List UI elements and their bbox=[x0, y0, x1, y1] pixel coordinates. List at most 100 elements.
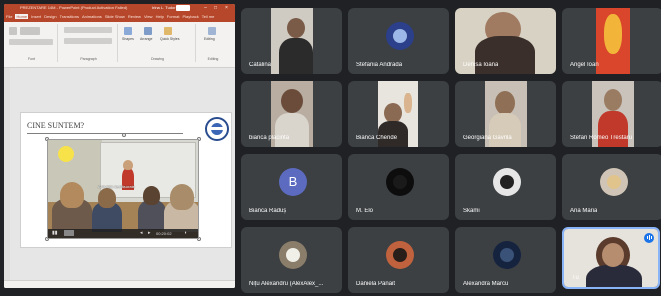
ppt-tab-design[interactable]: Design bbox=[44, 14, 56, 19]
ppt-tabs: File Home Insert Design Transitions Animation… bbox=[6, 14, 214, 19]
ppt-tab-playback[interactable]: Playback bbox=[182, 14, 198, 19]
participant-name: Catalina bbox=[249, 62, 272, 68]
participant-name: M. Elo bbox=[356, 208, 374, 214]
participant-avatar bbox=[386, 241, 414, 269]
ppt-ribbon: Font Paragraph Shapes Arrange Quick Styl… bbox=[4, 22, 235, 68]
shapes-label: Shapes bbox=[122, 37, 134, 41]
ppt-tab-animations[interactable]: Animations bbox=[82, 14, 102, 19]
quick-styles-icon[interactable] bbox=[164, 27, 172, 35]
slide-editor: CINE SUNTEM? Activități desfășurate ▮▮ ◂… bbox=[10, 68, 235, 288]
participant-name: Daniela Panait bbox=[356, 281, 396, 287]
participant-avatar bbox=[279, 241, 307, 269]
ppt-statusbar bbox=[4, 280, 235, 288]
ppt-tab-help[interactable]: Help bbox=[156, 14, 164, 19]
ppt-file-title: PREZENTARE 14M - PowerPoint (Product Act… bbox=[20, 5, 128, 10]
avatar-letter: B bbox=[288, 174, 298, 189]
ribbon-group-drawing: Shapes Arrange Quick Styles Drawing bbox=[120, 24, 196, 62]
video-time: 00:20:02 bbox=[156, 231, 172, 236]
participant-video bbox=[596, 8, 630, 74]
ribbon-group-editing: Editing Editing bbox=[198, 24, 228, 62]
participant-name: Stefan Romeo Trestaru bbox=[570, 135, 633, 141]
ribbon-group-paragraph: Paragraph bbox=[60, 24, 118, 62]
participant-name: Bianca Răduș bbox=[249, 208, 287, 214]
participant-tile[interactable]: Tu bbox=[562, 227, 660, 289]
participant-tile[interactable]: Stefania Andrada bbox=[348, 8, 449, 74]
participant-tile[interactable]: M. Elo bbox=[348, 154, 449, 220]
video-caption: Activități desfășurate bbox=[98, 184, 135, 189]
participant-avatar bbox=[386, 22, 414, 50]
participant-tile[interactable]: Georgiana Gavrila bbox=[455, 81, 556, 147]
selection-handle[interactable] bbox=[122, 133, 126, 137]
participant-avatar bbox=[493, 168, 521, 196]
ppt-user-name[interactable]: Irina L. Tudor bbox=[152, 5, 176, 10]
ribbon-group-font: Font bbox=[6, 24, 58, 62]
participant-name: Nițu Alexandru (AlexAlex_... bbox=[249, 281, 324, 287]
meet-window: PREZENTARE 14M - PowerPoint (Product Act… bbox=[0, 0, 661, 296]
editing-label: Editing bbox=[204, 37, 215, 41]
participant-tile[interactable]: Denisa Ioana bbox=[455, 8, 556, 74]
participant-tile[interactable]: Bianca Cheride bbox=[348, 81, 449, 147]
participant-name: Stefania Andrada bbox=[356, 62, 403, 68]
close-icon[interactable]: × bbox=[223, 5, 230, 11]
search-icon[interactable] bbox=[208, 27, 216, 35]
participant-name: Georgiana Gavrila bbox=[463, 135, 512, 141]
participant-name: Skami bbox=[463, 208, 480, 214]
school-logo bbox=[205, 117, 229, 141]
participant-tile[interactable]: Catalina bbox=[241, 8, 342, 74]
participant-name: Alexandra Marcu bbox=[463, 281, 509, 287]
play-icon[interactable]: ▮▮ bbox=[52, 230, 58, 236]
slide-heading[interactable]: CINE SUNTEM? bbox=[27, 121, 84, 130]
participant-tile[interactable]: Skami bbox=[455, 154, 556, 220]
ppt-tab-format[interactable]: Format bbox=[167, 14, 180, 19]
volume-icon[interactable]: ◖ bbox=[184, 230, 187, 236]
rewind-icon[interactable]: ◂ bbox=[140, 230, 143, 236]
font-size-icon[interactable] bbox=[20, 27, 40, 35]
participant-avatar bbox=[493, 241, 521, 269]
maximize-icon[interactable]: □ bbox=[212, 5, 219, 11]
font-format-icons[interactable] bbox=[9, 39, 53, 45]
embedded-video[interactable]: Activități desfășurate ▮▮ ◂ ▸ 00:20:02 ◖ bbox=[47, 139, 199, 239]
arrange-icon[interactable] bbox=[144, 27, 152, 35]
ppt-tab-tell-me[interactable]: Tell me bbox=[202, 14, 215, 19]
ribbon-group-label: Paragraph bbox=[80, 57, 97, 61]
slide-divider bbox=[27, 133, 183, 134]
ribbon-group-label: Drawing bbox=[151, 57, 164, 61]
ppt-tab-insert[interactable]: Insert bbox=[31, 14, 41, 19]
participant-name: Denisa Ioana bbox=[463, 62, 499, 68]
font-box-icon[interactable] bbox=[9, 27, 17, 35]
ppt-tab-transitions[interactable]: Transitions bbox=[60, 14, 79, 19]
participant-tile[interactable]: bianca placinta bbox=[241, 81, 342, 147]
shapes-icon[interactable] bbox=[124, 27, 132, 35]
participant-avatar bbox=[600, 168, 628, 196]
participant-name: bianca placinta bbox=[249, 135, 290, 141]
participant-tile[interactable]: Angel Ioan bbox=[562, 8, 661, 74]
paragraph-align-icons[interactable] bbox=[64, 27, 112, 33]
participant-tile[interactable]: Stefan Romeo Trestaru bbox=[562, 81, 661, 147]
participant-tile[interactable]: B Bianca Răduș bbox=[241, 154, 342, 220]
participant-tile[interactable]: Alexandra Marcu bbox=[455, 227, 556, 293]
ppt-tab-view[interactable]: View bbox=[144, 14, 153, 19]
ribbon-group-label: Font bbox=[27, 57, 35, 61]
slide-canvas[interactable]: CINE SUNTEM? Activități desfășurate ▮▮ ◂… bbox=[20, 112, 232, 248]
participant-tile[interactable]: Nițu Alexandru (AlexAlex_... bbox=[241, 227, 342, 293]
speaking-indicator-icon bbox=[644, 233, 654, 243]
participant-name: Tu bbox=[572, 275, 579, 281]
ppt-tab-home[interactable]: Home bbox=[15, 14, 29, 19]
progress-bar[interactable] bbox=[64, 230, 74, 236]
participant-tile[interactable]: Daniela Panait bbox=[348, 227, 449, 293]
ppt-menubar: File Home Insert Design Transitions Animation… bbox=[4, 13, 235, 22]
participant-avatar: B bbox=[279, 168, 307, 196]
minimize-icon[interactable]: – bbox=[202, 5, 209, 11]
participant-video bbox=[271, 8, 313, 74]
ppt-tab-review[interactable]: Review bbox=[128, 14, 141, 19]
participant-tile[interactable]: Ana Maria bbox=[562, 154, 661, 220]
ppt-tab-slide-show[interactable]: Slide Show bbox=[105, 14, 125, 19]
presented-screen: PREZENTARE 14M - PowerPoint (Product Act… bbox=[4, 4, 235, 288]
ppt-tab-file[interactable]: File bbox=[6, 14, 12, 19]
paragraph-list-icons[interactable] bbox=[64, 38, 112, 44]
participant-name: Ana Maria bbox=[570, 208, 598, 214]
ppt-titlebar: PREZENTARE 14M - PowerPoint (Product Act… bbox=[4, 4, 235, 13]
forward-icon[interactable]: ▸ bbox=[148, 230, 151, 236]
ppt-share-button[interactable] bbox=[176, 5, 190, 11]
participant-avatar bbox=[386, 168, 414, 196]
